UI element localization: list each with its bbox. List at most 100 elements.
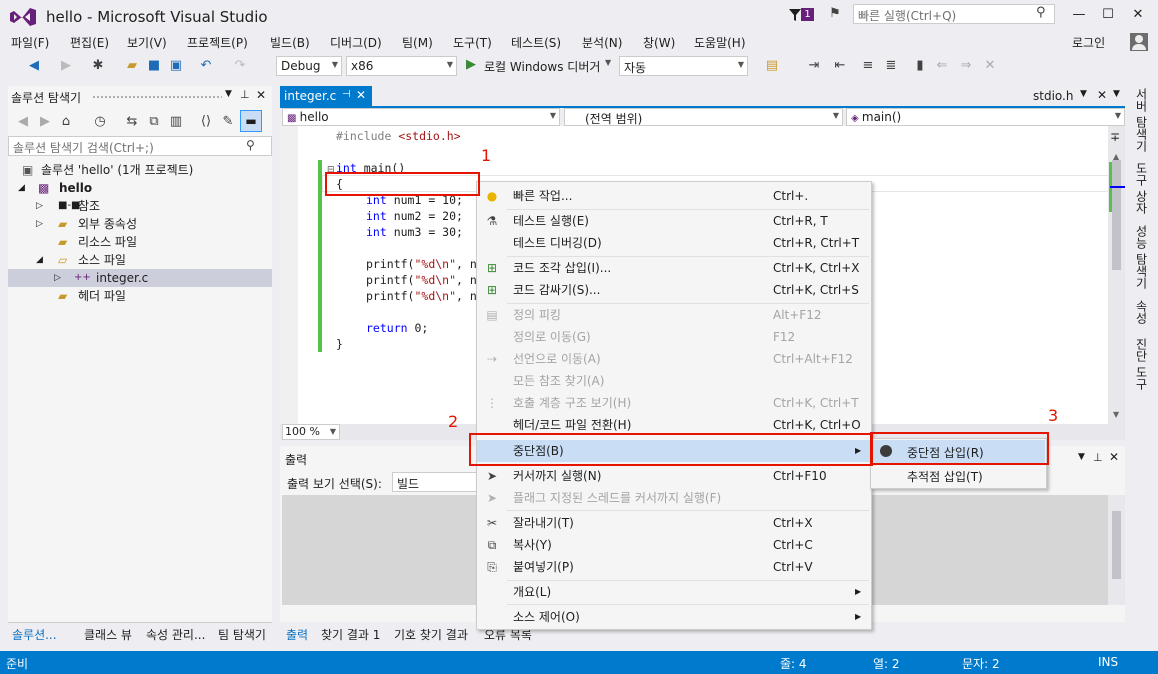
uncomment-icon[interactable]: ≣ (883, 58, 899, 74)
menu-project[interactable]: 프로젝트(P) (187, 34, 248, 51)
nav-member-select[interactable]: ◈ main() ▼ (846, 108, 1125, 126)
comment-icon[interactable]: ≡ (860, 58, 876, 74)
sync-icon[interactable]: ⇆ (124, 114, 140, 130)
tab-stdio-h[interactable]: stdio.h (1033, 89, 1073, 103)
nav-project-select[interactable]: ▩ hello ▼ (282, 108, 560, 126)
save-icon[interactable]: ■ (146, 58, 162, 74)
pin-icon[interactable]: ⊥ (240, 88, 250, 101)
zoom-select[interactable]: 100 % ▼ (282, 424, 340, 440)
close-icon[interactable]: ✕ (1109, 450, 1119, 464)
minimize-button[interactable]: — (1067, 6, 1091, 24)
pin-icon[interactable]: ⊣ (342, 89, 351, 100)
tab-find-results[interactable]: 찾기 결과 1 (321, 626, 380, 643)
nav-scope-select[interactable]: (전역 범위) ▼ (564, 108, 843, 126)
menu-item-peek-definition[interactable]: ▤ 정의 피킹 Alt+F12 (477, 304, 871, 326)
new-item-icon[interactable]: ✱ (90, 58, 106, 74)
tab-performance-explorer[interactable]: 성능 탐색기 (1133, 225, 1150, 289)
tab-property-manager[interactable]: 속성 관리... (146, 626, 205, 643)
output-source-select[interactable]: 빌드 (392, 472, 482, 492)
feedback-icon[interactable]: ⚑ (826, 6, 844, 24)
collapse-all-icon[interactable]: ⧉ (146, 114, 162, 130)
tree-item-integer-c[interactable]: ▷ ++ integer.c (8, 269, 272, 287)
tab-output[interactable]: 출력 (286, 626, 308, 643)
close-icon[interactable]: ✕ (1097, 88, 1107, 102)
menu-test[interactable]: 테스트(S) (511, 34, 561, 51)
tree-item-header-files[interactable]: ▰ 헤더 파일 (8, 287, 272, 305)
tab-team-explorer[interactable]: 팀 탐색기 (218, 626, 266, 643)
code-view-icon[interactable]: ⟨⟩ (198, 114, 214, 130)
outdent-icon[interactable]: ⇤ (832, 58, 848, 74)
clear-bookmarks-icon[interactable]: ✕ (982, 58, 998, 74)
menu-help[interactable]: 도움말(H) (694, 34, 746, 51)
run-debugger-button[interactable]: 로컬 Windows 디버거 (484, 58, 600, 75)
menu-item-surround-with[interactable]: ⊞ 코드 감싸기(S)... Ctrl+K, Ctrl+S (477, 279, 871, 301)
tab-server-explorer[interactable]: 서버 탐색기 (1133, 88, 1150, 152)
menu-analyze[interactable]: 분석(N) (582, 34, 622, 51)
quick-launch-input[interactable]: 빠른 실행(Ctrl+Q) (853, 4, 1055, 24)
pin-icon[interactable]: ⊥ (1093, 451, 1103, 464)
menu-debug[interactable]: 디버그(D) (330, 34, 382, 51)
tree-item-external-deps[interactable]: ▷ ▰ 외부 종속성 (8, 215, 272, 233)
history-icon[interactable]: ◷ (92, 114, 108, 130)
menu-team[interactable]: 팀(M) (402, 34, 433, 51)
redo-icon[interactable]: ↷ (232, 58, 248, 74)
show-all-files-icon[interactable]: ▥ (168, 114, 184, 130)
back-icon[interactable]: ◀ (15, 114, 31, 130)
platform-select[interactable]: x86 ▼ (346, 56, 457, 76)
save-all-icon[interactable]: ▣ (168, 58, 184, 74)
menu-item-outlining[interactable]: 개요(L) ▶ (477, 581, 871, 603)
menu-item-paste[interactable]: ⎘ 붙여넣기(P) Ctrl+V (477, 556, 871, 578)
menu-file[interactable]: 파일(F) (11, 34, 49, 51)
menu-item-insert-snippet[interactable]: ⊞ 코드 조각 삽입(I)... Ctrl+K, Ctrl+X (477, 257, 871, 279)
preview-icon[interactable]: ▬ (240, 110, 262, 132)
tree-item-project[interactable]: ◢ ▩ hello (8, 179, 272, 197)
forward-icon[interactable]: ▶ (58, 58, 74, 74)
tab-list-icon[interactable]: ▼ (1113, 89, 1120, 99)
menu-item-copy[interactable]: ⧉ 복사(Y) Ctrl+C (477, 534, 871, 556)
maximize-button[interactable]: ☐ (1096, 6, 1120, 24)
tab-find-symbol[interactable]: 기호 찾기 결과 (394, 626, 468, 643)
menu-view[interactable]: 보기(V) (127, 34, 167, 51)
menu-item-go-to-definition[interactable]: 정의로 이동(G) F12 (477, 326, 871, 348)
run-mode-select[interactable]: 자동 ▼ (619, 56, 748, 76)
menu-tools[interactable]: 도구(T) (453, 34, 492, 51)
panel-menu-icon[interactable]: ▼ (1078, 452, 1085, 462)
play-icon[interactable]: ▶ (466, 57, 476, 72)
undo-icon[interactable]: ↶ (198, 58, 214, 74)
menu-item-run-tests[interactable]: ⚗ 테스트 실행(E) Ctrl+R, T (477, 210, 871, 232)
submenu-item-insert-tracepoint[interactable]: 추적점 삽입(T) (872, 464, 1045, 487)
close-window-button[interactable]: ✕ (1126, 6, 1150, 24)
tree-item-resource-files[interactable]: ▰ 리소스 파일 (8, 233, 272, 251)
close-icon[interactable]: ✕ (356, 88, 366, 102)
tab-properties[interactable]: 속성 (1133, 300, 1150, 324)
next-bookmark-icon[interactable]: ⇒ (958, 58, 974, 74)
menu-window[interactable]: 창(W) (643, 34, 675, 51)
chevron-down-icon[interactable]: ▼ (1080, 89, 1087, 99)
menu-edit[interactable]: 편집(E) (70, 34, 109, 51)
home-icon[interactable]: ⌂ (58, 114, 74, 130)
tab-integer-c[interactable]: integer.c ⊣ ✕ (280, 86, 372, 106)
tab-toolbox[interactable]: 도구 상자 (1133, 162, 1150, 214)
close-icon[interactable]: ✕ (256, 88, 266, 102)
chevron-down-icon[interactable]: ▼ (605, 58, 611, 67)
bookmark-icon[interactable]: ▮ (912, 58, 928, 74)
signin-link[interactable]: 로그인 (1072, 34, 1105, 51)
find-icon[interactable]: ▤ (764, 58, 780, 74)
panel-menu-icon[interactable]: ▼ (225, 89, 232, 99)
menu-item-call-hierarchy[interactable]: ⋮ 호출 계층 구조 보기(H) Ctrl+K, Ctrl+T (477, 392, 871, 414)
tree-item-references[interactable]: ▷ ■-■ 참조 (8, 197, 272, 215)
prev-bookmark-icon[interactable]: ⇐ (934, 58, 950, 74)
menu-item-source-control[interactable]: 소스 제어(O) ▶ (477, 606, 871, 628)
config-select[interactable]: Debug ▼ (276, 56, 342, 76)
tab-diagnostic-tools[interactable]: 진단 도구 (1133, 338, 1150, 390)
menu-item-debug-tests[interactable]: 테스트 디버깅(D) Ctrl+R, Ctrl+T (477, 232, 871, 254)
properties-icon[interactable]: ✎ (220, 114, 236, 130)
forward-icon[interactable]: ▶ (37, 114, 53, 130)
menu-item-go-to-declaration[interactable]: ⇢ 선언으로 이동(A) Ctrl+Alt+F12 (477, 348, 871, 370)
menu-item-run-flagged-threads[interactable]: ➤ 플래그 지정된 스레드를 커서까지 실행(F) (477, 487, 871, 509)
tree-item-source-files[interactable]: ◢ ▱ 소스 파일 (8, 251, 272, 269)
search-icon[interactable]: ⚲ (1036, 5, 1046, 20)
menu-build[interactable]: 빌드(B) (270, 34, 310, 51)
notification-icon[interactable]: 1 (788, 7, 816, 23)
avatar[interactable] (1130, 33, 1148, 51)
